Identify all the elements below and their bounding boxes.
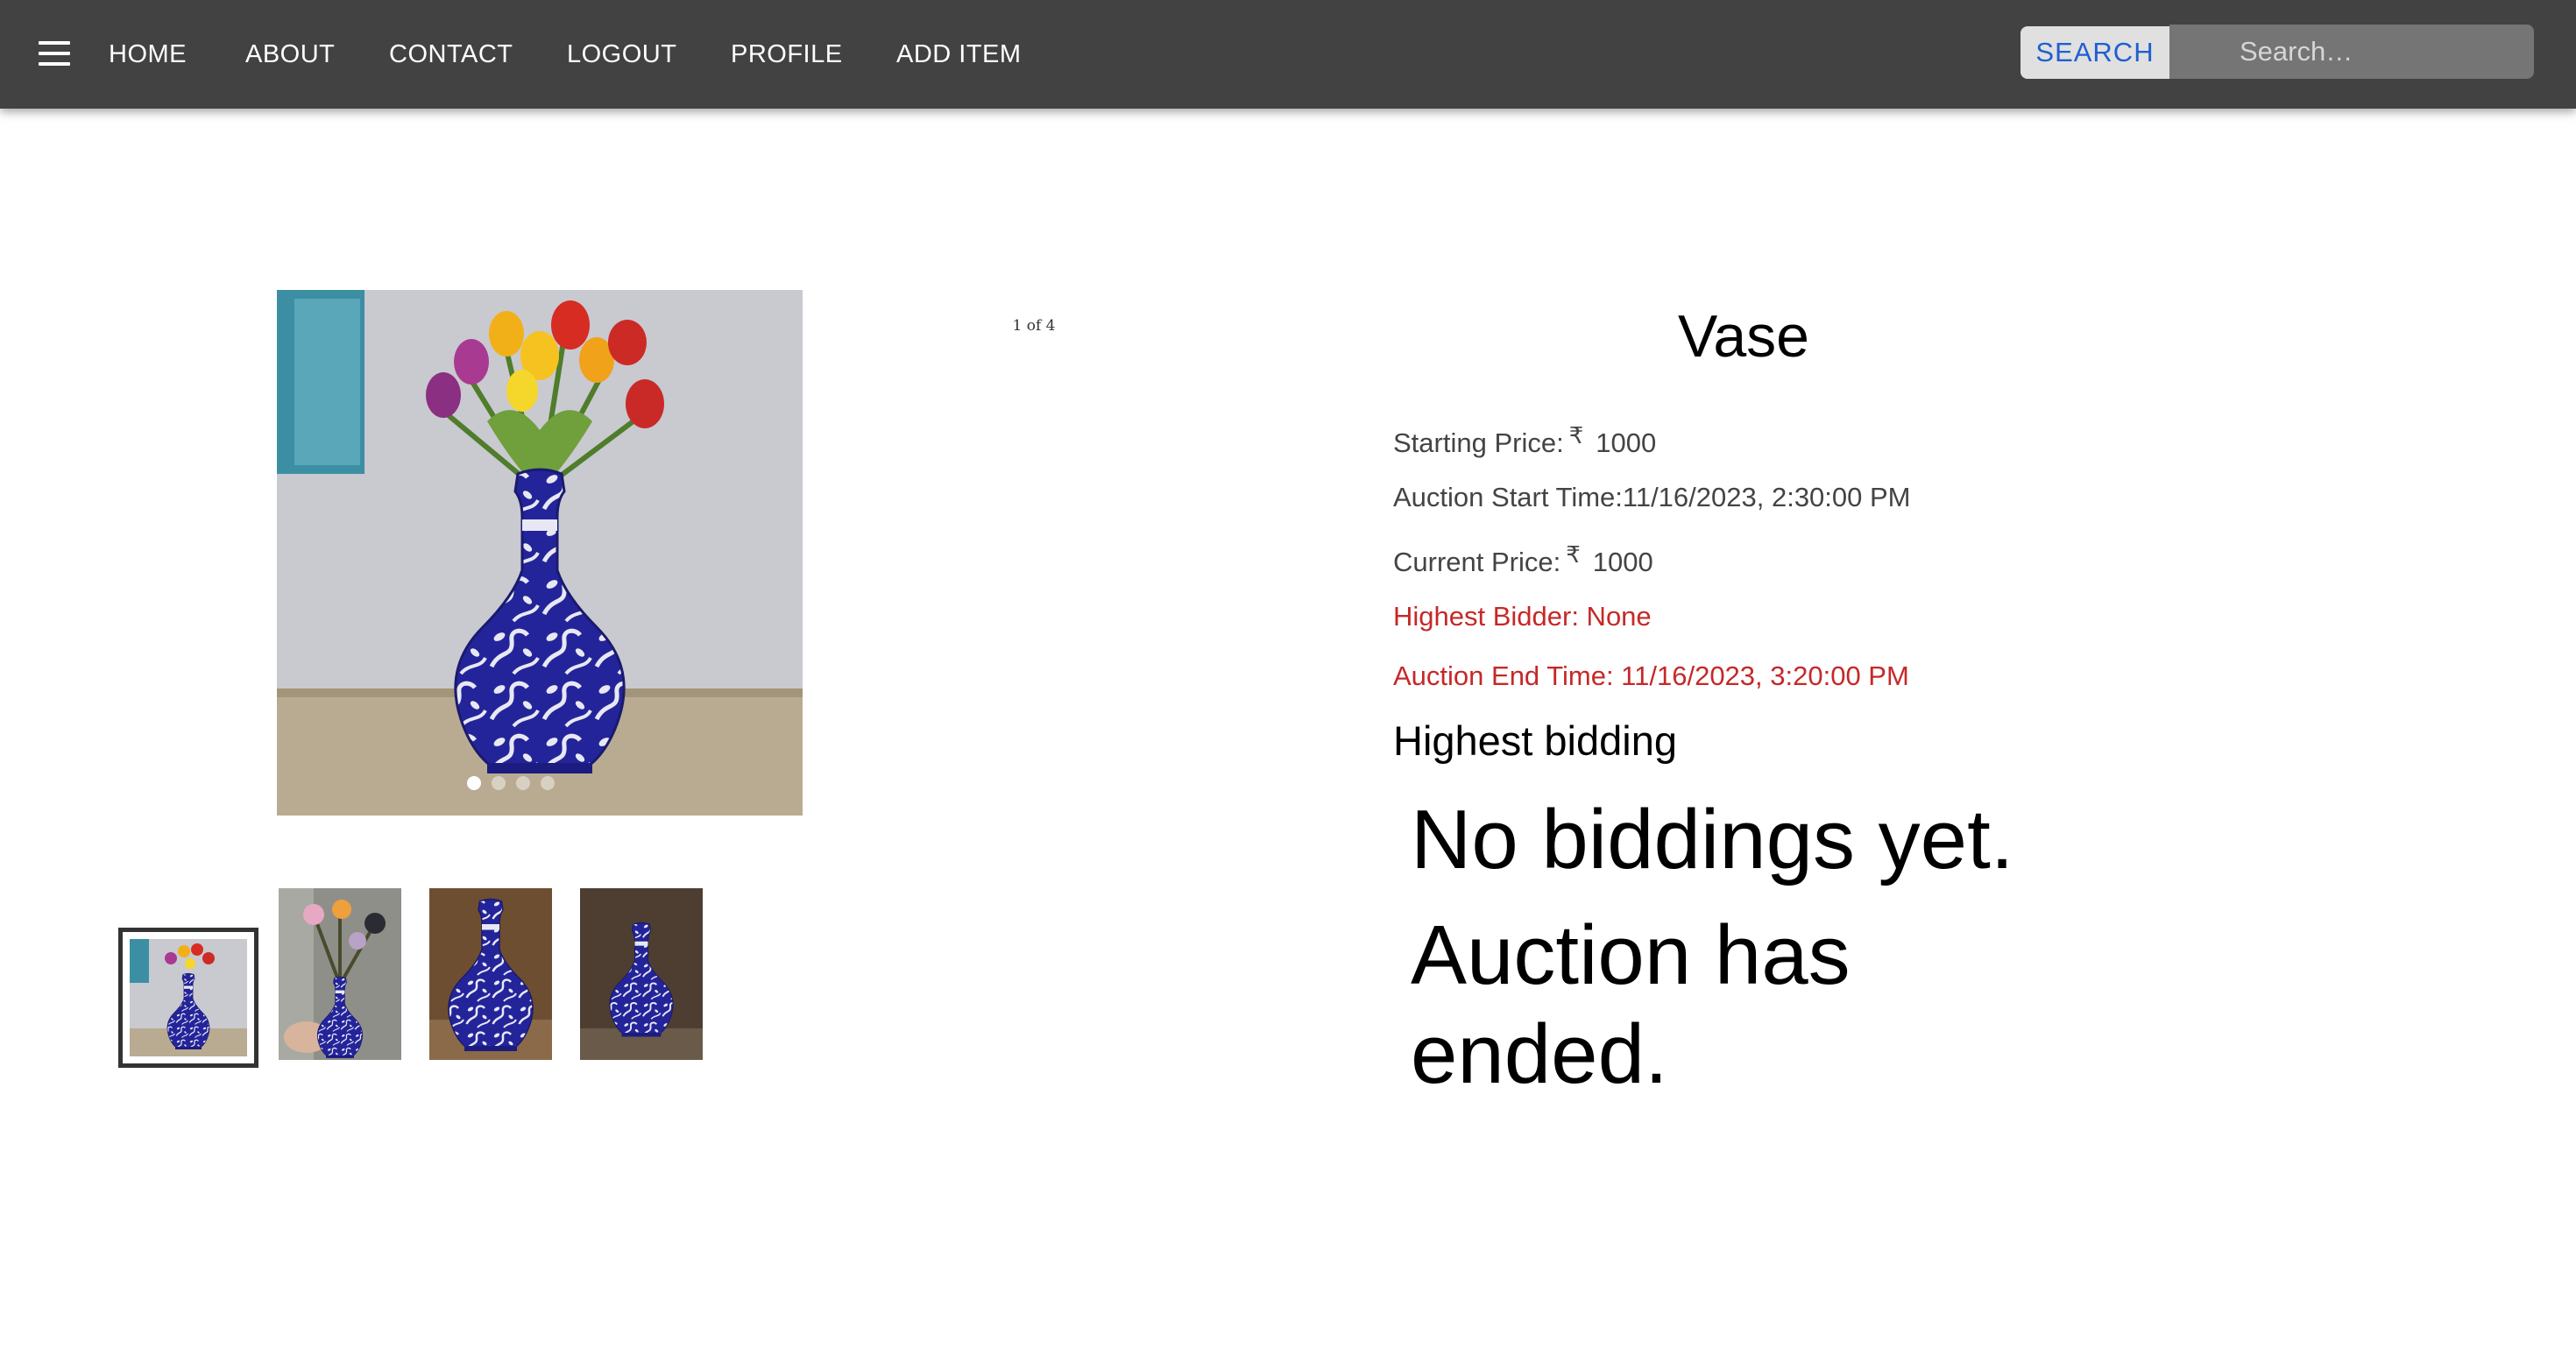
carousel-dot[interactable]: [541, 776, 555, 790]
slide-counter: 1 of 4: [1012, 317, 1056, 335]
carousel-dot[interactable]: [492, 776, 506, 790]
nav-link-about[interactable]: ABOUT: [245, 35, 335, 74]
nav-link-contact[interactable]: CONTACT: [389, 35, 513, 74]
starting-price-value: 1000: [1596, 427, 1657, 458]
top-navbar: HOME ABOUT CONTACT LOGOUT PROFILE ADD IT…: [0, 0, 2576, 109]
carousel-dot[interactable]: [516, 776, 530, 790]
nav-link-logout[interactable]: LOGOUT: [567, 35, 676, 74]
auction-start-label: Auction Start Time:: [1393, 482, 1623, 512]
nav-link-home[interactable]: HOME: [109, 35, 187, 74]
highest-bidder: Highest Bidder: None: [1393, 601, 1652, 632]
search-button[interactable]: SEARCH: [2020, 26, 2169, 79]
auction-ended-message: Auction has ended.: [1411, 908, 1851, 1101]
auction-end-time: Auction End Time: 11/16/2023, 3:20:00 PM: [1393, 660, 1909, 691]
thumbnail-4[interactable]: [580, 888, 703, 1060]
current-price-value: 1000: [1592, 547, 1653, 577]
rupee-icon: ₹: [1566, 541, 1581, 568]
thumbnail-3[interactable]: [429, 888, 552, 1060]
hamburger-menu-icon[interactable]: [35, 35, 75, 74]
no-biddings-message: No biddings yet.: [1411, 793, 2014, 886]
carousel-dot[interactable]: [467, 776, 481, 790]
nav-link-profile[interactable]: PROFILE: [731, 35, 843, 74]
current-price: Current Price: ₹1000: [1393, 541, 1653, 578]
current-price-label: Current Price:: [1393, 547, 1561, 577]
vase-photo: [277, 290, 803, 816]
auction-start-value: 11/16/2023, 2:30:00 PM: [1622, 482, 1911, 512]
main-product-image[interactable]: [277, 290, 803, 816]
auction-start-time: Auction Start Time:11/16/2023, 2:30:00 P…: [1393, 482, 1911, 513]
thumbnail-2[interactable]: [279, 888, 401, 1060]
highest-bidding-heading: Highest bidding: [1393, 717, 1677, 764]
starting-price: Starting Price: ₹1000: [1393, 422, 1656, 459]
thumbnail-1[interactable]: [118, 928, 258, 1068]
nav-link-add-item[interactable]: ADD ITEM: [896, 35, 1022, 74]
rupee-icon: ₹: [1568, 422, 1584, 448]
starting-price-label: Starting Price:: [1393, 427, 1564, 458]
search-input[interactable]: [2169, 25, 2534, 79]
item-title: Vase: [1678, 303, 1809, 370]
